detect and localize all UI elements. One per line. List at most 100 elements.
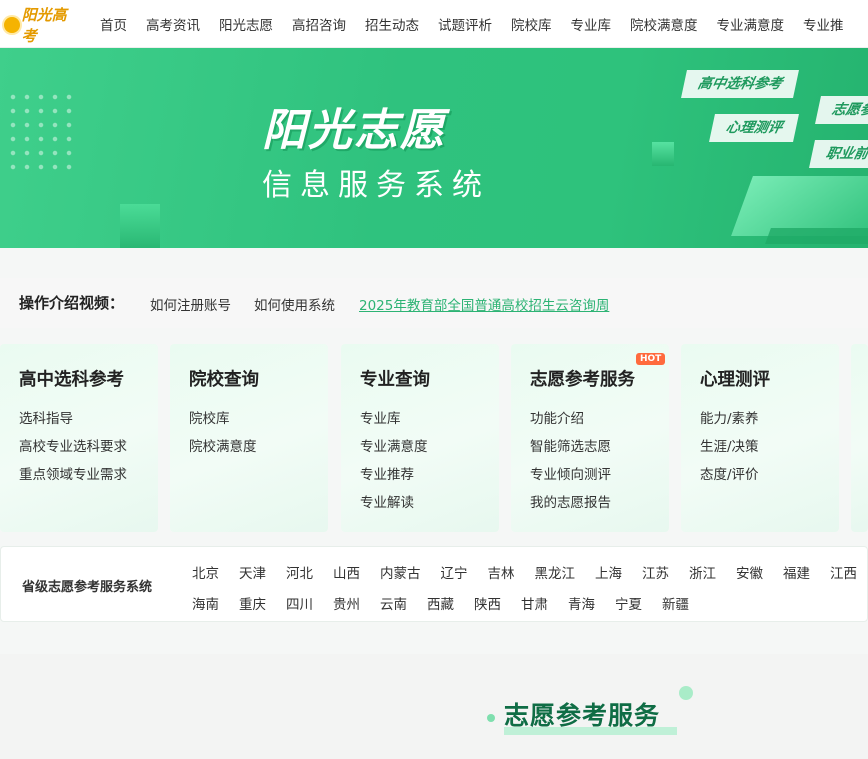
- service-card-psych-test: 心理测评 能力/素养 生涯/决策 态度/评价: [681, 344, 839, 532]
- province-link[interactable]: 内蒙古: [380, 559, 421, 590]
- card-link[interactable]: 能力/素养: [700, 405, 759, 433]
- banner-subtitle: 信息服务系统: [262, 168, 490, 203]
- service-card-school-query: 院校查询 院校库 院校满意度: [170, 344, 328, 532]
- province-link[interactable]: 河北: [286, 559, 313, 590]
- banner-title: 阳光志愿: [262, 105, 446, 156]
- province-link[interactable]: 上海: [595, 559, 622, 590]
- nav-item-enrollment-news[interactable]: 招生动态: [365, 14, 419, 34]
- province-link[interactable]: 福建: [783, 559, 810, 590]
- intro-link-cloud-consult[interactable]: 2025年教育部全国普通高校招生云咨询周: [359, 294, 609, 314]
- card-link-list: 能力/素养 生涯/决策 态度/评价: [700, 405, 759, 489]
- nav-item-home[interactable]: 首页: [100, 14, 127, 34]
- province-link[interactable]: 吉林: [488, 559, 515, 590]
- logo-text: 阳光高考: [21, 6, 67, 45]
- section-title: 志愿参考服务: [504, 701, 661, 730]
- card-title[interactable]: 院校查询: [189, 366, 259, 391]
- service-card-subject-selection: 高中选科参考 选科指导 高校专业选科要求 重点领域专业需求: [0, 344, 158, 532]
- province-link[interactable]: 新疆: [662, 590, 689, 621]
- decorative-dots: [6, 90, 76, 170]
- province-row: 海南 重庆 四川 贵州 云南 西藏 陕西 甘肃 青海 宁夏 新疆: [192, 590, 868, 621]
- hot-badge: HOT: [636, 353, 666, 365]
- card-link[interactable]: 专业库: [360, 405, 428, 433]
- banner-tag: 志愿参: [815, 96, 868, 124]
- nav-item-major-library[interactable]: 专业库: [571, 14, 612, 34]
- card-title[interactable]: 高中选科参考: [19, 366, 124, 391]
- service-card-partial: [851, 344, 868, 532]
- province-link[interactable]: 辽宁: [441, 559, 468, 590]
- province-link[interactable]: 山西: [333, 559, 360, 590]
- province-link[interactable]: 宁夏: [615, 590, 642, 621]
- card-title[interactable]: 心理测评: [700, 366, 770, 391]
- card-link[interactable]: 重点领域专业需求: [19, 461, 127, 489]
- intro-link-usage[interactable]: 如何使用系统: [254, 294, 335, 314]
- province-link[interactable]: 安徽: [736, 559, 763, 590]
- province-link[interactable]: 重庆: [239, 590, 266, 621]
- province-link[interactable]: 浙江: [689, 559, 716, 590]
- main-nav: 首页 高考资讯 阳光志愿 高招咨询 招生动态 试题评析 院校库 专业库 院校满意…: [100, 14, 863, 34]
- nav-item-school-library[interactable]: 院校库: [511, 14, 552, 34]
- card-link-list: 功能介绍 智能筛选志愿 专业倾向测评 我的志愿报告: [530, 405, 611, 517]
- volunteer-service-section: 志愿参考服务: [0, 654, 868, 759]
- card-link[interactable]: 功能介绍: [530, 405, 611, 433]
- card-link[interactable]: 专业解读: [360, 489, 428, 517]
- banner-tag: 心理测评: [709, 114, 799, 142]
- card-link[interactable]: 生涯/决策: [700, 433, 759, 461]
- province-link[interactable]: 江苏: [642, 559, 669, 590]
- intro-label: 操作介绍视频：: [19, 294, 125, 312]
- service-card-major-query: 专业查询 专业库 专业满意度 专业推荐 专业解读: [341, 344, 499, 532]
- site-logo[interactable]: 阳光高考: [4, 6, 80, 45]
- province-row: 北京 天津 河北 山西 内蒙古 辽宁 吉林 黑龙江 上海 江苏 浙江 安徽 福建 江西: [192, 559, 868, 590]
- nav-item-major-recommend[interactable]: 专业推: [803, 14, 844, 34]
- decorative-platform-base: [765, 228, 868, 244]
- province-link[interactable]: 青海: [568, 590, 595, 621]
- province-link[interactable]: 云南: [380, 590, 407, 621]
- province-link[interactable]: 陕西: [474, 590, 501, 621]
- province-link[interactable]: 四川: [286, 590, 313, 621]
- card-link[interactable]: 院校库: [189, 405, 257, 433]
- nav-item-major-satisfaction[interactable]: 专业满意度: [717, 14, 785, 34]
- province-link[interactable]: 江西: [830, 559, 857, 590]
- intro-link-register[interactable]: 如何注册账号: [150, 294, 231, 314]
- intro-video-bar: 操作介绍视频： 如何注册账号 如何使用系统 2025年教育部全国普通高校招生云咨…: [0, 278, 868, 328]
- province-link[interactable]: 北京: [192, 559, 219, 590]
- nav-item-exam-analysis[interactable]: 试题评析: [438, 14, 492, 34]
- nav-item-school-satisfaction[interactable]: 院校满意度: [630, 14, 698, 34]
- hero-banner: 阳光志愿 信息服务系统 高中选科参考 志愿参 心理测评 职业前: [0, 48, 868, 248]
- decorative-cube: [120, 204, 160, 248]
- banner-tag: 高中选科参考: [681, 70, 799, 98]
- card-link[interactable]: 智能筛选志愿: [530, 433, 611, 461]
- province-list: 北京 天津 河北 山西 内蒙古 辽宁 吉林 黑龙江 上海 江苏 浙江 安徽 福建 江西 海南 重庆 四川 贵州云…: [192, 559, 868, 621]
- provincial-label: 省级志愿参考服务系统: [22, 580, 153, 595]
- card-link-list: 院校库 院校满意度: [189, 405, 257, 461]
- province-link[interactable]: 海南: [192, 590, 219, 621]
- decorative-platform: [731, 176, 868, 236]
- card-link-list: 选科指导 高校专业选科要求 重点领域专业需求: [19, 405, 127, 489]
- card-link[interactable]: 院校满意度: [189, 433, 257, 461]
- card-link-list: 专业库 专业满意度 专业推荐 专业解读: [360, 405, 428, 517]
- card-link[interactable]: 态度/评价: [700, 461, 759, 489]
- card-link[interactable]: 专业推荐: [360, 461, 428, 489]
- card-title[interactable]: 专业查询: [360, 366, 430, 391]
- provincial-systems-panel: 省级志愿参考服务系统 北京 天津 河北 山西 内蒙古 辽宁 吉林 黑龙江 上海 江苏 浙江 安徽 福建江…: [0, 546, 868, 622]
- card-link[interactable]: 选科指导: [19, 405, 127, 433]
- sun-icon: [4, 17, 20, 33]
- nav-item-news[interactable]: 高考资讯: [146, 14, 200, 34]
- card-link[interactable]: 专业倾向测评: [530, 461, 611, 489]
- nav-item-sunshine-volunteer[interactable]: 阳光志愿: [219, 14, 273, 34]
- nav-item-admission-consult[interactable]: 高招咨询: [292, 14, 346, 34]
- province-link[interactable]: 甘肃: [521, 590, 548, 621]
- card-link[interactable]: 高校专业选科要求: [19, 433, 127, 461]
- top-navigation-bar: 阳光高考 首页 高考资讯 阳光志愿 高招咨询 招生动态 试题评析 院校库 专业库…: [0, 0, 868, 48]
- province-link[interactable]: 天津: [239, 559, 266, 590]
- banner-tag: 职业前: [809, 140, 868, 168]
- province-link[interactable]: 贵州: [333, 590, 360, 621]
- card-link[interactable]: 我的志愿报告: [530, 489, 611, 517]
- decorative-cube: [652, 142, 674, 166]
- province-link[interactable]: 西藏: [427, 590, 454, 621]
- service-card-volunteer-reference: 志愿参考服务 HOT 功能介绍 智能筛选志愿 专业倾向测评 我的志愿报告: [511, 344, 669, 532]
- card-link[interactable]: 专业满意度: [360, 433, 428, 461]
- province-link[interactable]: 黑龙江: [535, 559, 576, 590]
- decorative-dot: [679, 686, 693, 700]
- decorative-dot: [487, 714, 495, 722]
- card-title[interactable]: 志愿参考服务: [530, 366, 635, 391]
